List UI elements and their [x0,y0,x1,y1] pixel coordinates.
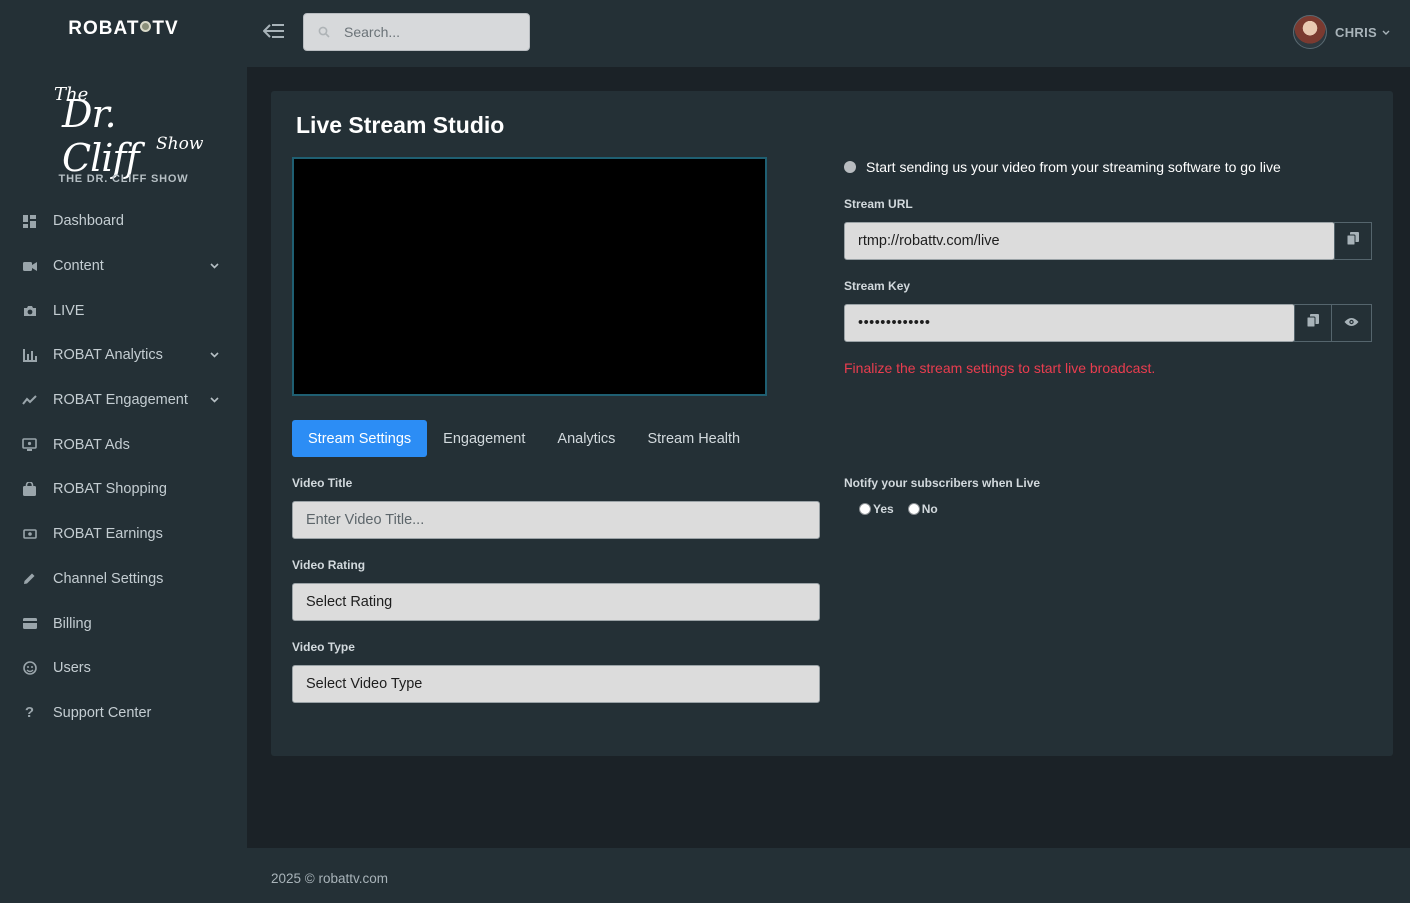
bar-chart-icon [22,348,37,363]
users-icon [22,661,37,676]
chevron-down-icon [210,394,219,406]
sidebar-item-robat-shopping[interactable]: ROBAT Shopping [0,467,247,512]
brand-logo[interactable]: ROBAT TV [0,18,247,40]
eye-icon [1344,314,1359,332]
notify-label: Notify your subscribers when Live [844,476,1041,490]
notify-no-label: No [921,502,938,516]
tab-engagement[interactable]: Engagement [427,420,541,457]
chevron-down-icon [210,349,219,361]
page-title: Live Stream Studio [296,112,505,138]
sidebar-item-live[interactable]: LIVE [0,288,247,333]
brand-name-right: TV [152,18,179,39]
notify-yes-label: Yes [873,502,894,516]
brand-name-left: ROBAT [68,18,140,39]
sidebar-item-robat-engagement[interactable]: ROBAT Engagement [0,378,247,423]
dashboard-icon [22,214,37,229]
sidebar-item-dashboard[interactable]: Dashboard [0,199,247,244]
tab-stream-settings[interactable]: Stream Settings [292,420,428,457]
notify-radio-group: Yes No [859,502,952,516]
footer-copyright: 2025 © robattv.com [271,871,389,886]
search-box[interactable] [303,13,530,51]
stream-settings-error: Finalize the stream settings to start li… [844,360,1156,376]
camera-icon [22,303,37,318]
stream-key-field[interactable]: ••••••••••••• [844,304,1295,342]
sidebar-item-users[interactable]: Users [0,646,247,691]
video-type-select[interactable]: Select Video Type [292,665,820,703]
search-icon [318,25,330,38]
question-icon: ? [24,704,35,722]
sidebar-item-label: Support Center [53,704,152,721]
notify-no-option[interactable]: No [907,502,938,516]
sidebar-item-label: ROBAT Shopping [53,481,167,498]
notify-no-radio[interactable] [907,503,920,515]
copy-icon [1306,314,1319,332]
user-menu[interactable]: CHRIS [1293,14,1390,50]
video-rating-select[interactable]: Select Rating [292,583,820,621]
channel-name: THE DR. CLIFF SHOW [58,173,189,185]
status-text: Start sending us your video from your st… [866,159,1281,175]
sidebar-item-label: Dashboard [53,213,124,230]
stream-status: Start sending us your video from your st… [844,159,1281,175]
video-title-label: Video Title [292,476,353,490]
money-icon [22,527,37,542]
status-dot-icon [844,161,856,173]
trend-line-icon [22,393,37,408]
sidebar-item-robat-ads[interactable]: ROBAT Ads [0,422,247,467]
sidebar-nav: Dashboard Content LIVE ROBAT Analytics R… [0,199,247,735]
topbar: CHRIS [247,0,1410,67]
pencil-icon [22,571,37,586]
search-input[interactable] [344,14,524,50]
video-type-label: Video Type [292,640,355,654]
copy-icon [1346,232,1359,250]
sidebar-item-label: ROBAT Engagement [53,392,188,409]
notify-yes-radio[interactable] [859,503,871,515]
avatar[interactable] [1293,15,1328,49]
tab-stream-health[interactable]: Stream Health [631,420,756,457]
sidebar-item-label: Billing [53,615,92,632]
chevron-down-icon[interactable] [1382,27,1390,37]
sidebar-item-label: ROBAT Analytics [53,347,163,364]
stream-url-label: Stream URL [844,197,913,211]
ad-screen-icon [22,437,37,452]
sidebar-item-robat-analytics[interactable]: ROBAT Analytics [0,333,247,378]
sidebar-item-label: Content [53,258,104,275]
sidebar-item-label: Channel Settings [53,570,164,587]
sidebar-item-robat-earnings[interactable]: ROBAT Earnings [0,512,247,557]
live-stream-card: Live Stream Studio Start sending us your… [271,91,1393,756]
video-preview-player[interactable] [292,157,767,396]
sidebar: ROBAT TV The Dr. Cliff Show THE DR. CLIFF… [0,0,247,903]
credit-card-icon [22,616,37,631]
notify-yes-option[interactable]: Yes [859,502,894,516]
tab-analytics[interactable]: Analytics [541,420,631,457]
sidebar-item-label: LIVE [53,302,85,319]
sidebar-item-channel-settings[interactable]: Channel Settings [0,557,247,602]
sidebar-item-support-center[interactable]: ? Support Center [0,691,247,736]
video-camera-icon [22,259,37,274]
video-rating-label: Video Rating [292,558,366,572]
copy-stream-key-button[interactable] [1294,304,1332,342]
stream-tabs: Stream Settings Engagement Analytics Str… [292,420,756,457]
sidebar-item-label: ROBAT Earnings [53,526,163,543]
show-stream-key-button[interactable] [1331,304,1372,342]
sidebar-collapse-icon[interactable] [262,22,285,42]
shopping-bag-icon [22,482,37,497]
sidebar-item-content[interactable]: Content [0,244,247,289]
copy-stream-url-button[interactable] [1334,222,1372,260]
video-title-input[interactable] [292,501,820,539]
chevron-down-icon [210,260,219,272]
sidebar-item-label: Users [53,660,91,677]
logo-show: Show [156,134,204,154]
user-name[interactable]: CHRIS [1335,25,1377,40]
footer: 2025 © robattv.com [247,848,1410,903]
stream-key-label: Stream Key [844,279,911,293]
channel-logo: The Dr. Cliff Show [50,84,204,180]
brand-globe-icon [140,21,152,33]
stream-url-field[interactable]: rtmp://robattv.com/live [844,222,1335,260]
sidebar-item-billing[interactable]: Billing [0,601,247,646]
sidebar-item-label: ROBAT Ads [53,436,130,453]
